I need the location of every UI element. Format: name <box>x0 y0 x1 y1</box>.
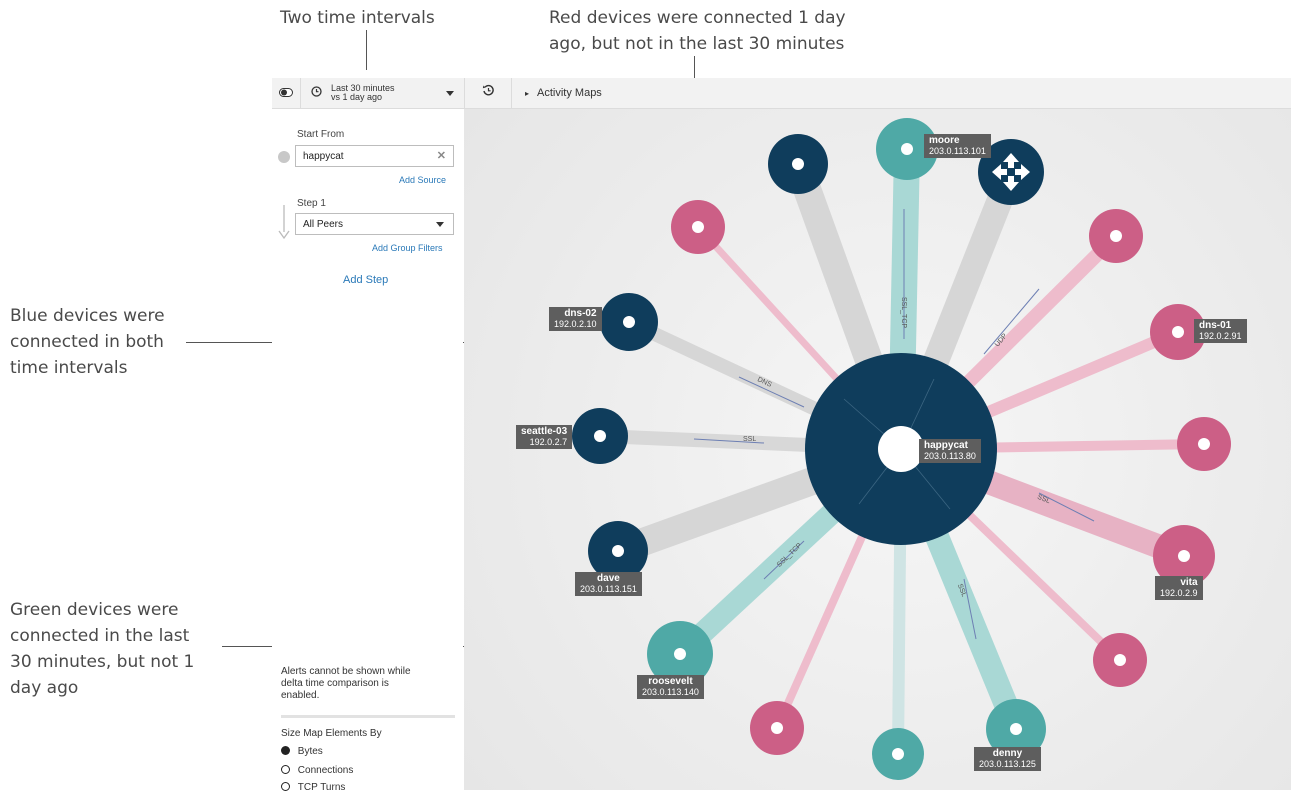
sidebar-toggle[interactable] <box>272 78 301 108</box>
radio-icon <box>281 765 290 774</box>
node-name: vita <box>1180 577 1198 588</box>
history-icon <box>482 84 495 102</box>
node-ip: 203.0.113.101 <box>929 146 986 156</box>
breadcrumb: ▸ Activity Maps <box>512 78 602 108</box>
node-label-dns01: dns-01 192.0.2.91 <box>1194 319 1247 343</box>
size-option-tcp-turns[interactable]: TCP Turns <box>281 782 345 793</box>
add-step-link[interactable]: Add Step <box>343 274 388 286</box>
start-from-label: Start From <box>297 129 345 140</box>
interval-text: Last 30 minutes vs 1 day ago <box>331 84 395 102</box>
node-name: happycat <box>924 440 968 451</box>
radio-selected-icon <box>281 746 290 755</box>
annotation-blue-line2: connected in both <box>10 332 164 352</box>
caret-right-icon[interactable]: ▸ <box>525 89 529 98</box>
divider <box>281 715 455 718</box>
node-red-top[interactable] <box>671 200 725 254</box>
annotation-green-line1: Green devices were <box>10 600 179 620</box>
interval-line-2: vs 1 day ago <box>331 92 383 102</box>
node-ip: 203.0.113.140 <box>642 687 699 697</box>
node-red-upper-right[interactable] <box>1089 209 1143 263</box>
toggle-icon <box>279 84 293 102</box>
size-option-label: TCP Turns <box>297 782 346 793</box>
node-name: moore <box>929 135 960 146</box>
node-name: dns-02 <box>564 308 597 319</box>
node-red-lower-right[interactable] <box>1093 633 1147 687</box>
annotation-two-intervals: Two time intervals <box>280 8 435 28</box>
step-select-value: All Peers <box>303 218 344 230</box>
breadcrumb-activity-maps[interactable]: Activity Maps <box>537 87 602 99</box>
size-by-label: Size Map Elements By <box>281 728 382 739</box>
node-ip: 192.0.2.91 <box>1199 331 1242 341</box>
node-label-dave: dave 203.0.113.151 <box>575 572 642 596</box>
node-label-roosevelt: roosevelt 203.0.113.140 <box>637 675 704 699</box>
size-option-label: Connections <box>297 765 354 776</box>
node-name: denny <box>992 748 1023 759</box>
node-top-left[interactable] <box>768 134 828 194</box>
add-source-link[interactable]: Add Source <box>399 175 446 185</box>
node-ip: 203.0.113.151 <box>580 584 637 594</box>
toolbar: Last 30 minutes vs 1 day ago ▸ Activity … <box>272 78 1291 109</box>
node-label-denny: denny 203.0.113.125 <box>974 747 1041 771</box>
protocol-label: SSL_TCP <box>900 296 908 329</box>
size-option-label: Bytes <box>297 746 323 757</box>
source-dot-icon <box>278 151 290 163</box>
alert-text-line: Alerts cannot be shown while <box>281 666 411 677</box>
clear-icon[interactable]: ✕ <box>437 149 446 162</box>
node-label-seattle03: seattle-03 192.0.2.7 <box>516 425 573 449</box>
size-option-connections[interactable]: Connections <box>281 765 353 776</box>
alert-notice: Alerts cannot be shown while delta time … <box>281 666 411 702</box>
annotation-red-line1: Red devices were connected 1 day <box>549 8 846 28</box>
activity-map: SSL_TCP UDP DNS SSL SSL SSL_TCP SSL moor… <box>464 109 1291 790</box>
protocol-label: SSL <box>743 436 757 443</box>
annotation-green-line2: connected in the last <box>10 626 190 646</box>
source-input-value: happycat <box>303 150 344 162</box>
alert-text-line: delta time comparison is <box>281 678 389 689</box>
node-dns02[interactable] <box>600 293 658 351</box>
node-label-happycat: happycat 203.0.113.80 <box>919 439 981 463</box>
node-red-right[interactable] <box>1177 417 1231 471</box>
annotation-blue-line3: time intervals <box>10 358 128 378</box>
time-interval-selector[interactable]: Last 30 minutes vs 1 day ago <box>301 78 465 108</box>
annotation-green-line3: 30 minutes, but not 1 <box>10 652 195 672</box>
node-red-bottom[interactable] <box>750 701 804 755</box>
node-label-dns02: dns-02 192.0.2.10 <box>549 307 602 331</box>
down-arrow-icon <box>278 205 290 244</box>
chevron-down-icon <box>436 222 444 227</box>
step-select[interactable]: All Peers <box>295 213 454 235</box>
node-label-moore: moore 203.0.113.101 <box>924 134 991 158</box>
annotation-pointer-line <box>366 30 367 70</box>
source-input[interactable]: happycat ✕ <box>295 145 454 167</box>
node-name: roosevelt <box>648 676 693 687</box>
node-green-bottom[interactable] <box>872 728 924 780</box>
node-name: seattle-03 <box>521 426 568 437</box>
chevron-down-icon <box>446 91 454 96</box>
node-ip: 203.0.113.80 <box>924 451 976 461</box>
node-name: dave <box>597 573 620 584</box>
node-ip: 192.0.2.10 <box>554 319 597 329</box>
node-label-vita: vita 192.0.2.9 <box>1155 576 1203 600</box>
clock-icon <box>311 84 322 102</box>
node-ip: 203.0.113.125 <box>979 759 1036 769</box>
node-name: dns-01 <box>1199 320 1232 331</box>
map-canvas <box>572 118 1231 780</box>
sidebar: Start From happycat ✕ Add Source Step 1 … <box>272 109 463 793</box>
annotation-red-line2: ago, but not in the last 30 minutes <box>549 34 845 54</box>
size-option-bytes[interactable]: Bytes <box>281 746 323 757</box>
node-ip: 192.0.2.7 <box>529 437 568 447</box>
alert-text-line: enabled. <box>281 690 320 701</box>
add-group-filters-link[interactable]: Add Group Filters <box>372 243 443 253</box>
annotation-green-line4: day ago <box>10 678 79 698</box>
history-button[interactable] <box>465 78 512 108</box>
step-label: Step 1 <box>297 198 326 209</box>
node-seattle03[interactable] <box>572 408 628 464</box>
annotation-blue-line1: Blue devices were <box>10 306 165 326</box>
node-ip: 192.0.2.9 <box>1160 588 1198 598</box>
